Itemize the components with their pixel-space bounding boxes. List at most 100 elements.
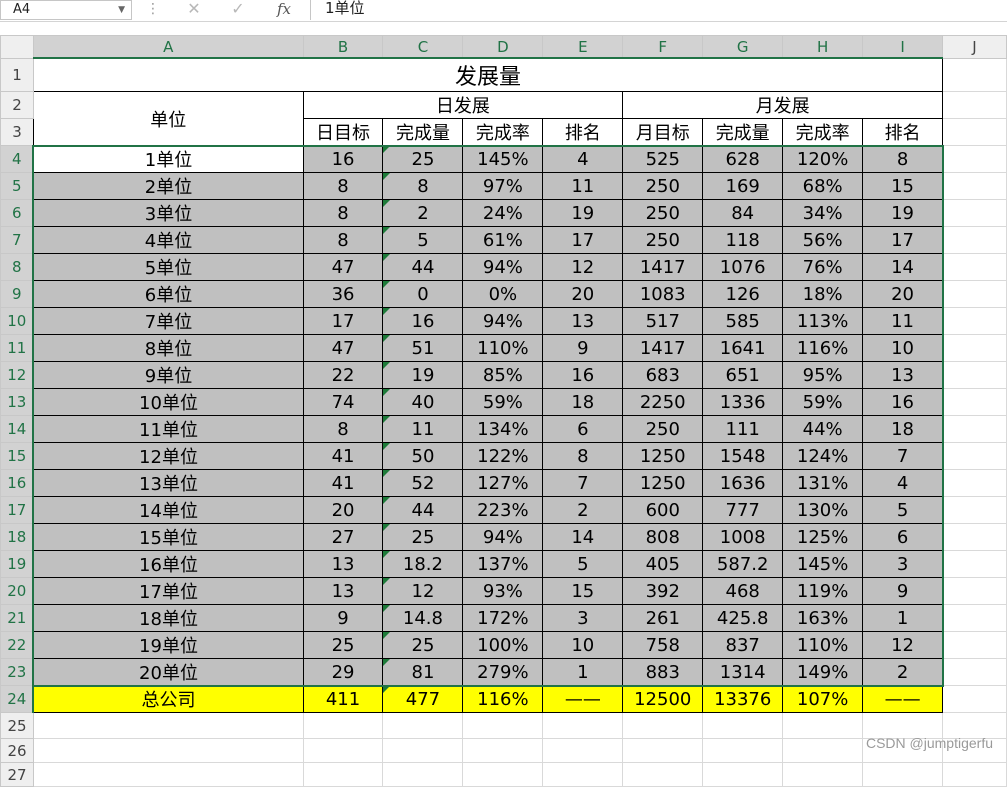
data-cell[interactable]: 8: [862, 145, 944, 173]
unit-name-cell[interactable]: 7单位: [32, 307, 304, 335]
data-cell[interactable]: 20: [302, 496, 384, 524]
data-cell[interactable]: 13: [302, 577, 384, 605]
row-header[interactable]: 6: [0, 199, 35, 227]
data-cell[interactable]: 9: [862, 577, 944, 605]
data-cell[interactable]: 17: [542, 226, 624, 254]
total-cell[interactable]: 13376: [702, 685, 784, 713]
unit-name-cell[interactable]: 11单位: [32, 415, 304, 443]
unit-name-cell[interactable]: 16单位: [32, 550, 304, 578]
unit-header-cell[interactable]: 单位: [32, 91, 304, 146]
data-cell[interactable]: 94%: [462, 253, 544, 281]
unit-name-cell[interactable]: 14单位: [32, 496, 304, 524]
data-cell[interactable]: 250: [622, 199, 704, 227]
data-cell[interactable]: 5: [542, 550, 624, 578]
column-header-E[interactable]: E: [542, 35, 624, 59]
row-header[interactable]: 14: [0, 415, 35, 443]
data-cell[interactable]: 17: [862, 226, 944, 254]
column-header-C[interactable]: C: [382, 35, 464, 59]
data-cell[interactable]: 9: [542, 334, 624, 362]
row-header[interactable]: 13: [0, 388, 35, 416]
data-cell[interactable]: 19: [542, 199, 624, 227]
data-cell[interactable]: 94%: [462, 523, 544, 551]
data-cell[interactable]: 587.2: [702, 550, 784, 578]
data-cell[interactable]: 1008: [702, 523, 784, 551]
data-cell[interactable]: 5: [382, 226, 464, 254]
data-cell[interactable]: 14.8: [382, 604, 464, 632]
data-cell[interactable]: 17: [302, 307, 384, 335]
total-cell[interactable]: 411: [302, 685, 384, 713]
enter-icon[interactable]: ✓: [228, 0, 248, 20]
data-cell[interactable]: 1548: [702, 442, 784, 470]
cell[interactable]: [462, 738, 544, 763]
row-header[interactable]: 1: [0, 57, 34, 92]
data-cell[interactable]: 7: [542, 469, 624, 497]
cell[interactable]: [862, 762, 944, 787]
data-cell[interactable]: 600: [622, 496, 704, 524]
data-cell[interactable]: 261: [622, 604, 704, 632]
data-cell[interactable]: 2: [862, 658, 944, 686]
data-cell[interactable]: 134%: [462, 415, 544, 443]
column-header-A[interactable]: A: [32, 35, 304, 59]
data-cell[interactable]: 110%: [462, 334, 544, 362]
row-header[interactable]: 9: [0, 280, 35, 308]
row-header[interactable]: 2: [0, 91, 34, 119]
data-cell[interactable]: 392: [622, 577, 704, 605]
data-cell[interactable]: 250: [622, 415, 704, 443]
sheet-title[interactable]: 发展量: [32, 57, 944, 92]
data-cell[interactable]: 12: [382, 577, 464, 605]
cell[interactable]: [32, 712, 304, 739]
column-header-H[interactable]: H: [782, 35, 864, 59]
data-cell[interactable]: 25: [382, 145, 464, 173]
unit-name-cell[interactable]: 5单位: [32, 253, 304, 281]
data-cell[interactable]: 585: [702, 307, 784, 335]
data-cell[interactable]: 125%: [782, 523, 864, 551]
data-cell[interactable]: 84: [702, 199, 784, 227]
data-cell[interactable]: 13: [862, 361, 944, 389]
data-cell[interactable]: 85%: [462, 361, 544, 389]
data-cell[interactable]: 1417: [622, 253, 704, 281]
data-cell[interactable]: 7: [862, 442, 944, 470]
unit-name-cell[interactable]: 1单位: [32, 145, 304, 173]
data-cell[interactable]: 130%: [782, 496, 864, 524]
cell[interactable]: [942, 334, 1007, 362]
data-cell[interactable]: 47: [302, 334, 384, 362]
data-cell[interactable]: 22: [302, 361, 384, 389]
cell[interactable]: [942, 57, 1007, 92]
cell[interactable]: [622, 738, 704, 763]
data-cell[interactable]: 172%: [462, 604, 544, 632]
row-header[interactable]: 21: [0, 604, 35, 632]
data-cell[interactable]: 119%: [782, 577, 864, 605]
data-cell[interactable]: 40: [382, 388, 464, 416]
data-cell[interactable]: 97%: [462, 172, 544, 200]
row-header[interactable]: 20: [0, 577, 35, 605]
cell[interactable]: [782, 712, 864, 739]
data-cell[interactable]: 116%: [782, 334, 864, 362]
cell[interactable]: [942, 415, 1007, 443]
data-cell[interactable]: 59%: [782, 388, 864, 416]
data-cell[interactable]: 2: [542, 496, 624, 524]
data-cell[interactable]: 425.8: [702, 604, 784, 632]
cell[interactable]: [302, 762, 384, 787]
data-cell[interactable]: 25: [382, 631, 464, 659]
data-cell[interactable]: 1: [862, 604, 944, 632]
data-cell[interactable]: 18%: [782, 280, 864, 308]
cell[interactable]: [942, 388, 1007, 416]
row-header[interactable]: 27: [0, 762, 34, 787]
data-cell[interactable]: 127%: [462, 469, 544, 497]
cell[interactable]: [942, 550, 1007, 578]
cell[interactable]: [302, 738, 384, 763]
unit-name-cell[interactable]: 15单位: [32, 523, 304, 551]
data-cell[interactable]: 525: [622, 145, 704, 173]
column-header-I[interactable]: I: [862, 35, 944, 59]
data-cell[interactable]: 18.2: [382, 550, 464, 578]
data-cell[interactable]: 4: [542, 145, 624, 173]
data-cell[interactable]: 120%: [782, 145, 864, 173]
data-cell[interactable]: 405: [622, 550, 704, 578]
data-cell[interactable]: 56%: [782, 226, 864, 254]
data-cell[interactable]: 122%: [462, 442, 544, 470]
cell[interactable]: [32, 738, 304, 763]
data-cell[interactable]: 20: [542, 280, 624, 308]
row-header[interactable]: 8: [0, 253, 35, 281]
cell[interactable]: [942, 253, 1007, 281]
data-cell[interactable]: 11: [862, 307, 944, 335]
